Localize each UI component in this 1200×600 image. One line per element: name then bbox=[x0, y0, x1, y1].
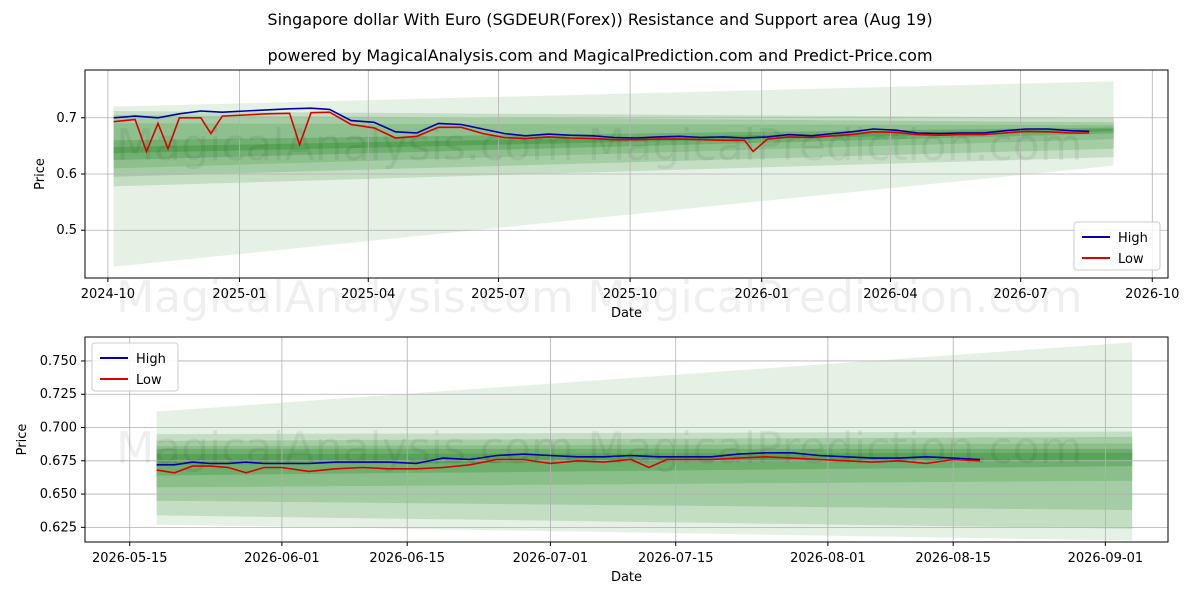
x-axis-label: Date bbox=[611, 306, 642, 321]
x-tick-label: 2026-06-15 bbox=[369, 551, 445, 566]
y-tick-label: 0.650 bbox=[40, 487, 77, 502]
legend-box bbox=[1073, 221, 1161, 271]
y-tick-label: 0.725 bbox=[40, 387, 77, 402]
legend: High Low bbox=[1073, 221, 1161, 271]
watermark: MagicalAnalysis.com bbox=[116, 423, 574, 474]
watermark: MagicalPrediction.com bbox=[588, 423, 1083, 474]
x-tick-label: 2026-04 bbox=[863, 287, 917, 302]
x-tick-label: 2026-01 bbox=[735, 287, 789, 302]
x-tick-label: 2026-07-15 bbox=[638, 551, 714, 566]
watermark: MagicalAnalysis.com bbox=[116, 120, 574, 171]
x-tick-label: 2026-06-01 bbox=[244, 551, 320, 566]
watermark: MagicalPrediction.com bbox=[588, 120, 1083, 171]
x-tick-label: 2024-10 bbox=[81, 287, 135, 302]
chart-panel-2: MagicalAnalysis.com MagicalPrediction.com… bbox=[15, 336, 1169, 585]
chart-canvas: MagicalAnalysis.com MagicalPrediction.com… bbox=[15, 69, 1179, 585]
y-tick-label: 0.675 bbox=[40, 454, 77, 469]
x-tick-label: 2025-10 bbox=[603, 287, 657, 302]
y-tick-label: 0.7 bbox=[56, 111, 77, 126]
y-tick-label: 0.625 bbox=[40, 520, 77, 535]
y-tick-label: 0.750 bbox=[40, 354, 77, 369]
x-tick-label: 2026-08-01 bbox=[790, 551, 866, 566]
legend-label-high: High bbox=[1118, 231, 1148, 246]
y-tick-label: 0.700 bbox=[40, 421, 77, 436]
legend-label-low: Low bbox=[136, 373, 162, 388]
chart-panel-1: MagicalAnalysis.com MagicalPrediction.com… bbox=[33, 69, 1179, 323]
x-tick-label: 2025-01 bbox=[212, 287, 266, 302]
x-tick-label: 2026-07-01 bbox=[513, 551, 589, 566]
x-tick-label: 2026-10 bbox=[1125, 287, 1179, 302]
y-axis-label: Price bbox=[33, 158, 48, 190]
x-axis-label: Date bbox=[611, 570, 642, 585]
x-tick-label: 2026-08-15 bbox=[915, 551, 991, 566]
legend-label-high: High bbox=[136, 352, 166, 367]
y-axis-label: Price bbox=[15, 424, 30, 456]
x-tick-label: 2026-07 bbox=[993, 287, 1047, 302]
legend-box bbox=[91, 342, 179, 392]
x-tick-label: 2026-09-01 bbox=[1068, 551, 1144, 566]
legend-label-low: Low bbox=[1118, 252, 1144, 267]
x-tick-label: 2025-07 bbox=[471, 287, 525, 302]
x-tick-label: 2026-05-15 bbox=[92, 551, 168, 566]
y-tick-label: 0.6 bbox=[56, 167, 77, 182]
x-tick-label: 2025-04 bbox=[341, 287, 395, 302]
y-tick-label: 0.5 bbox=[56, 223, 77, 238]
legend: High Low bbox=[91, 342, 179, 392]
